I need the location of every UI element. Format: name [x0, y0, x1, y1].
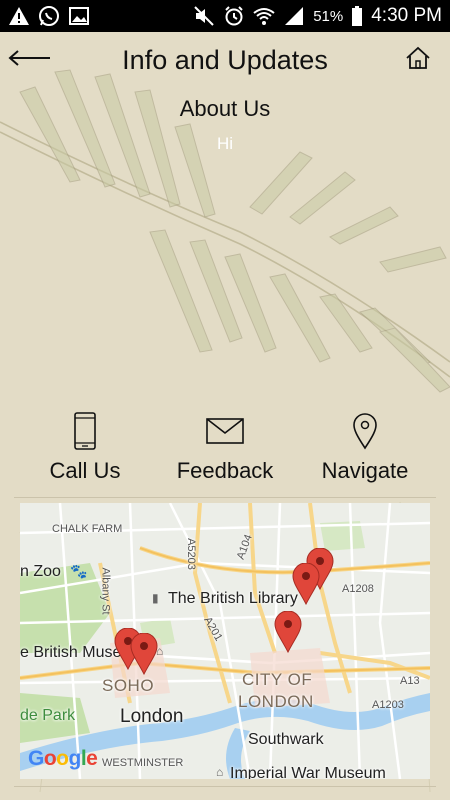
back-arrow-icon: [8, 48, 52, 73]
signal-icon: [283, 5, 305, 27]
warning-icon: [8, 5, 30, 27]
call-us-button[interactable]: Call Us: [20, 410, 150, 490]
library-icon: ▮: [152, 591, 159, 605]
contact-actions: Call Us Feedback Navigate: [0, 410, 450, 490]
about-title: About Us: [179, 96, 271, 121]
paw-icon: 🐾: [70, 563, 88, 579]
map-label-city-of: CITY OF: [242, 670, 313, 689]
map-label-albany: Albany St: [99, 567, 112, 615]
location-map[interactable]: CHALK FARM n Zoo 🐾 Albany St A5203 A104 …: [20, 503, 430, 779]
map-label-soho: SOHO: [102, 676, 155, 695]
map-label-westminster: WESTMINSTER: [102, 757, 184, 769]
map-label-southwark: Southwark: [248, 731, 324, 748]
map-label-a1208: A1208: [342, 583, 374, 595]
divider-bottom: [14, 786, 436, 787]
home-icon: [405, 46, 431, 75]
map-label-a1203: A1203: [372, 699, 404, 711]
divider-top: [14, 497, 436, 498]
status-bar: 51% 4:30 PM: [0, 0, 450, 32]
clock: 4:30 PM: [371, 5, 442, 26]
image-icon: [68, 5, 90, 27]
back-button[interactable]: [6, 42, 54, 78]
map-label-london-city: LONDON: [238, 692, 314, 711]
map-label-a13: A13: [400, 675, 420, 687]
call-us-label: Call Us: [49, 458, 121, 483]
map-label-british-library: The British Library: [168, 590, 298, 607]
feedback-button[interactable]: Feedback: [160, 410, 290, 490]
page-title: Info and Updates: [122, 44, 328, 75]
map-pin-2[interactable]: [130, 633, 158, 675]
home-button[interactable]: [402, 44, 434, 76]
about-body: Hi: [216, 134, 234, 153]
wifi-icon: [253, 5, 275, 27]
map-label-zoo: n Zoo: [20, 563, 61, 580]
location-pin-icon: [345, 410, 385, 452]
app-header: Info and Updates: [0, 32, 450, 88]
phone-icon: [65, 410, 105, 452]
map-pin-3[interactable]: [274, 611, 302, 653]
navigate-button[interactable]: Navigate: [300, 410, 430, 490]
map-pin-5[interactable]: [292, 563, 320, 605]
envelope-icon: [205, 410, 245, 452]
map-label-a5203: A5203: [184, 538, 197, 570]
battery-icon: [351, 5, 363, 27]
feedback-label: Feedback: [176, 458, 274, 483]
whatsapp-icon: [38, 5, 60, 27]
map-canvas: [20, 503, 430, 779]
battery-percent: 51%: [313, 7, 344, 25]
alarm-icon: [223, 5, 245, 27]
mute-icon: [193, 5, 215, 27]
map-label-chalk-farm: CHALK FARM: [52, 523, 123, 535]
map-label-park: de Park: [20, 707, 76, 724]
museum-icon-2: ⌂: [216, 765, 224, 779]
google-logo: Google: [28, 747, 98, 770]
map-label-london: London: [120, 706, 184, 727]
map-label-imperial: Imperial War Museum: [230, 765, 386, 779]
navigate-label: Navigate: [321, 458, 409, 483]
